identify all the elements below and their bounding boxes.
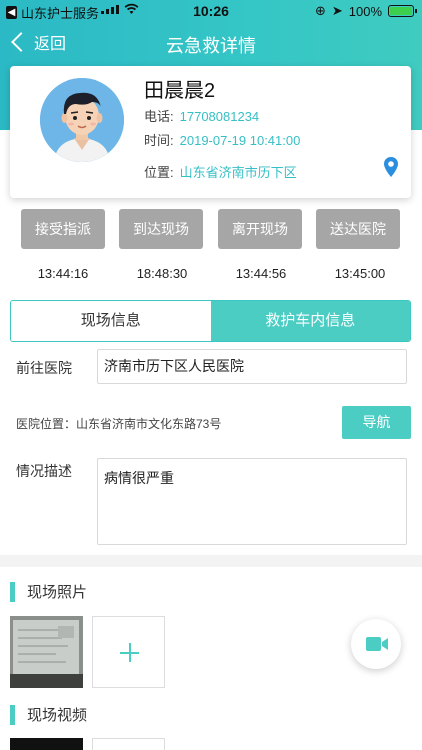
add-video-button[interactable] [92, 738, 165, 750]
time-row: 时间: 2019-07-19 10:41:00 [144, 130, 300, 149]
location-label: 位置: [144, 165, 174, 180]
location-arrow-icon: ➤ [331, 3, 343, 18]
avatar [40, 78, 124, 162]
photos-title: 现场照片 [27, 584, 88, 601]
section-accent-bar [10, 704, 15, 725]
step-deliver-hospital[interactable]: 送达医院 [316, 209, 400, 249]
description-textarea[interactable]: 病情很严重 [97, 458, 407, 545]
status-bar: ◀ 山东护士服务 10:26 ⊕ ➤ 100% [0, 0, 422, 22]
status-right: ⊕ ➤ 100% [314, 3, 417, 19]
videos-section-title: 现场视频 [10, 704, 87, 725]
scene-video-thumbnail[interactable] [10, 738, 83, 750]
patient-name: 田晨晨2 [144, 80, 216, 102]
add-photo-button[interactable] [92, 616, 165, 688]
step-time-1: 13:44:16 [37, 266, 89, 281]
video-camera-icon [366, 637, 388, 651]
profile-card: 田晨晨2 电话: 17708081234 时间: 2019-07-19 10:41:… [10, 66, 411, 198]
step-time-4: 13:45:00 [334, 266, 386, 281]
time-label: 时间: [144, 133, 174, 148]
step-time-3: 13:44:56 [235, 266, 287, 281]
battery-icon [388, 5, 417, 17]
lock-rotation-icon: ⊕ [314, 3, 326, 18]
page-title: 云急救详情 [166, 36, 256, 56]
step-leave-scene[interactable]: 离开现场 [218, 209, 302, 249]
phone-row: 电话: 17708081234 [144, 106, 259, 125]
location-row: 位置: 山东省济南市历下区 [144, 162, 297, 181]
tab-scene-info[interactable]: 现场信息 [11, 301, 211, 341]
battery-percent: 100% [348, 3, 382, 19]
step-arrive-scene[interactable]: 到达现场 [119, 209, 203, 249]
step-accept-assignment[interactable]: 接受指派 [21, 209, 105, 249]
phone-label: 电话: [144, 109, 174, 124]
hospital-label: 前往医院 [16, 360, 72, 376]
time-value: 2019-07-19 10:41:00 [179, 133, 301, 148]
navigate-button[interactable]: 导航 [342, 406, 411, 439]
progress-steps: 接受指派 到达现场 离开现场 送达医院 [0, 209, 422, 249]
description-label: 情况描述 [16, 463, 72, 479]
step-time-2: 18:48:30 [136, 266, 188, 281]
photos-section-title: 现场照片 [10, 581, 87, 602]
location-value: 山东省济南市历下区 [179, 165, 297, 180]
info-tabs: 现场信息 救护车内信息 [10, 300, 411, 342]
hospital-input[interactable]: 济南市历下区人民医院 [97, 349, 407, 384]
video-call-button[interactable] [351, 619, 401, 669]
plus-icon-vertical [129, 643, 131, 662]
section-divider [0, 555, 422, 567]
hospital-location: 医院位置：山东省济南市文化东路73号 [16, 417, 222, 431]
scene-photo-thumbnail[interactable] [10, 616, 83, 688]
location-pin-icon[interactable] [383, 156, 399, 183]
nav-bar: 返回 云急救详情 [0, 28, 422, 60]
videos-title: 现场视频 [27, 707, 88, 724]
phone-value[interactable]: 17708081234 [180, 109, 260, 124]
section-accent-bar [10, 581, 15, 602]
tab-ambulance-info[interactable]: 救护车内信息 [210, 301, 410, 341]
